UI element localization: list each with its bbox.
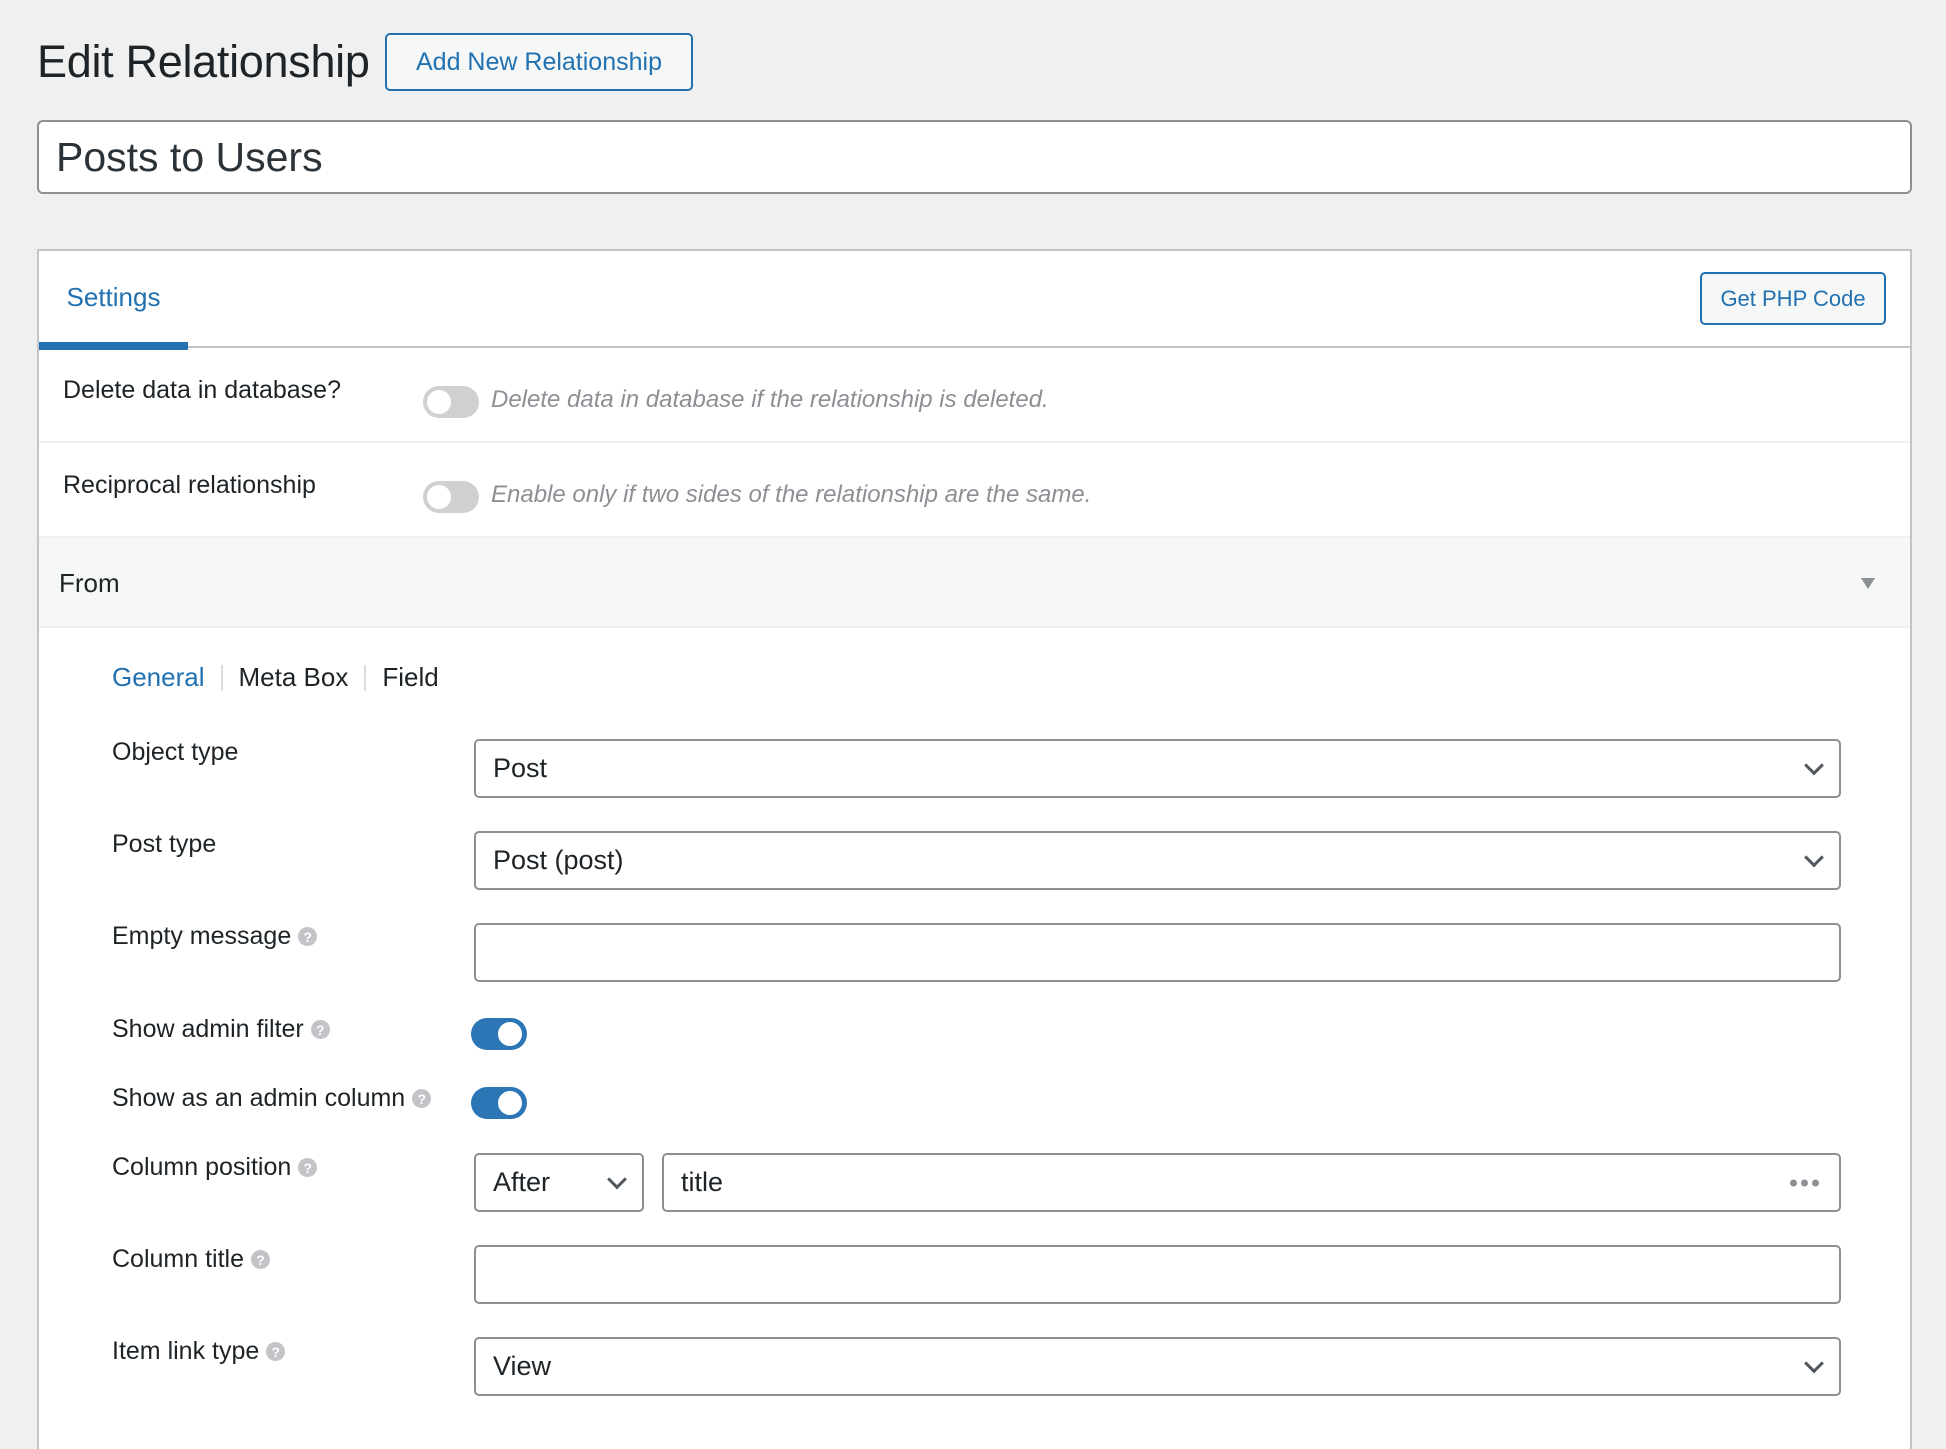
from-section-header[interactable]: From <box>39 538 1910 628</box>
reciprocal-toggle[interactable] <box>423 481 479 513</box>
from-section-label: From <box>59 568 120 598</box>
subtab-divider <box>364 664 367 691</box>
column-title-label: Column title ? <box>112 1245 270 1274</box>
delete-data-toggle[interactable] <box>423 386 479 418</box>
post-type-label-text: Post type <box>112 830 217 858</box>
item-link-type-label-text: Item link type <box>112 1337 260 1365</box>
help-icon[interactable]: ? <box>310 1020 330 1039</box>
object-type-value: Post <box>493 753 548 783</box>
delete-data-description: Delete data in database if the relations… <box>491 386 1049 413</box>
column-position-label-text: Column position <box>112 1153 292 1181</box>
get-php-code-button[interactable]: Get PHP Code <box>1700 272 1886 325</box>
column-position-value: After <box>493 1167 551 1197</box>
item-link-type-label: Item link type ? <box>112 1337 286 1366</box>
empty-message-input[interactable] <box>474 923 1841 982</box>
show-admin-column-label: Show as an admin column ? <box>112 1084 432 1113</box>
help-icon[interactable]: ? <box>266 1342 286 1361</box>
column-position-select[interactable]: After <box>474 1153 644 1212</box>
add-new-relationship-button[interactable]: Add New Relationship <box>385 33 693 91</box>
help-icon[interactable]: ? <box>412 1089 432 1108</box>
help-icon[interactable]: ? <box>298 927 318 946</box>
reciprocal-label: Reciprocal relationship <box>63 471 316 499</box>
chevron-down-icon <box>1804 847 1824 867</box>
caret-down-icon[interactable] <box>1861 578 1875 589</box>
relationship-title-input[interactable]: Posts to Users <box>37 120 1912 194</box>
show-admin-filter-label-text: Show admin filter <box>112 1015 304 1043</box>
subtab-divider <box>220 664 223 691</box>
column-target-input[interactable]: title <box>662 1153 1841 1212</box>
empty-message-label-text: Empty message <box>112 922 292 950</box>
chevron-down-icon <box>1804 1353 1824 1373</box>
subtab-general[interactable]: General <box>112 662 205 693</box>
post-type-value: Post (post) <box>493 845 624 875</box>
show-admin-filter-label: Show admin filter ? <box>112 1015 330 1044</box>
chevron-down-icon <box>1804 755 1824 775</box>
more-options-icon[interactable] <box>1790 1179 1819 1186</box>
delete-data-label: Delete data in database? <box>63 376 341 404</box>
toggle-knob <box>498 1022 522 1046</box>
toggle-knob <box>427 485 451 509</box>
settings-panel: Settings Get PHP Code Delete data in dat… <box>37 249 1912 1449</box>
setting-row-delete-data: Delete data in database? Delete data in … <box>39 348 1910 443</box>
help-icon[interactable]: ? <box>251 1250 270 1269</box>
column-title-label-text: Column title <box>112 1245 244 1273</box>
post-type-select[interactable]: Post (post) <box>474 831 1841 890</box>
object-type-select[interactable]: Post <box>474 739 1841 798</box>
setting-row-reciprocal: Reciprocal relationship Enable only if t… <box>39 443 1910 538</box>
column-position-label: Column position ? <box>112 1153 318 1182</box>
chevron-down-icon <box>607 1169 627 1189</box>
object-type-label: Object type <box>112 738 238 767</box>
show-admin-column-label-text: Show as an admin column <box>112 1084 406 1112</box>
subtab-meta-box[interactable]: Meta Box <box>239 662 349 693</box>
item-link-type-select[interactable]: View <box>474 1337 1841 1396</box>
from-subtabs: General Meta Box Field <box>112 662 439 693</box>
help-icon[interactable]: ? <box>298 1158 318 1177</box>
tab-bar: Settings Get PHP Code <box>39 251 1910 350</box>
reciprocal-description: Enable only if two sides of the relation… <box>491 481 1092 508</box>
column-target-value: title <box>681 1167 724 1197</box>
column-title-input[interactable] <box>474 1245 1841 1304</box>
tab-settings[interactable]: Settings <box>39 251 188 350</box>
show-admin-filter-toggle[interactable] <box>471 1018 527 1050</box>
subtab-field[interactable]: Field <box>382 662 438 693</box>
post-type-label: Post type <box>112 830 216 859</box>
show-admin-column-toggle[interactable] <box>471 1087 527 1119</box>
toggle-knob <box>427 390 451 414</box>
toggle-knob <box>498 1091 522 1115</box>
object-type-label-text: Object type <box>112 738 239 766</box>
page-title: Edit Relationship <box>37 36 370 87</box>
item-link-type-value: View <box>493 1351 552 1381</box>
tab-settings-label: Settings <box>66 282 161 312</box>
empty-message-label: Empty message ? <box>112 922 318 951</box>
